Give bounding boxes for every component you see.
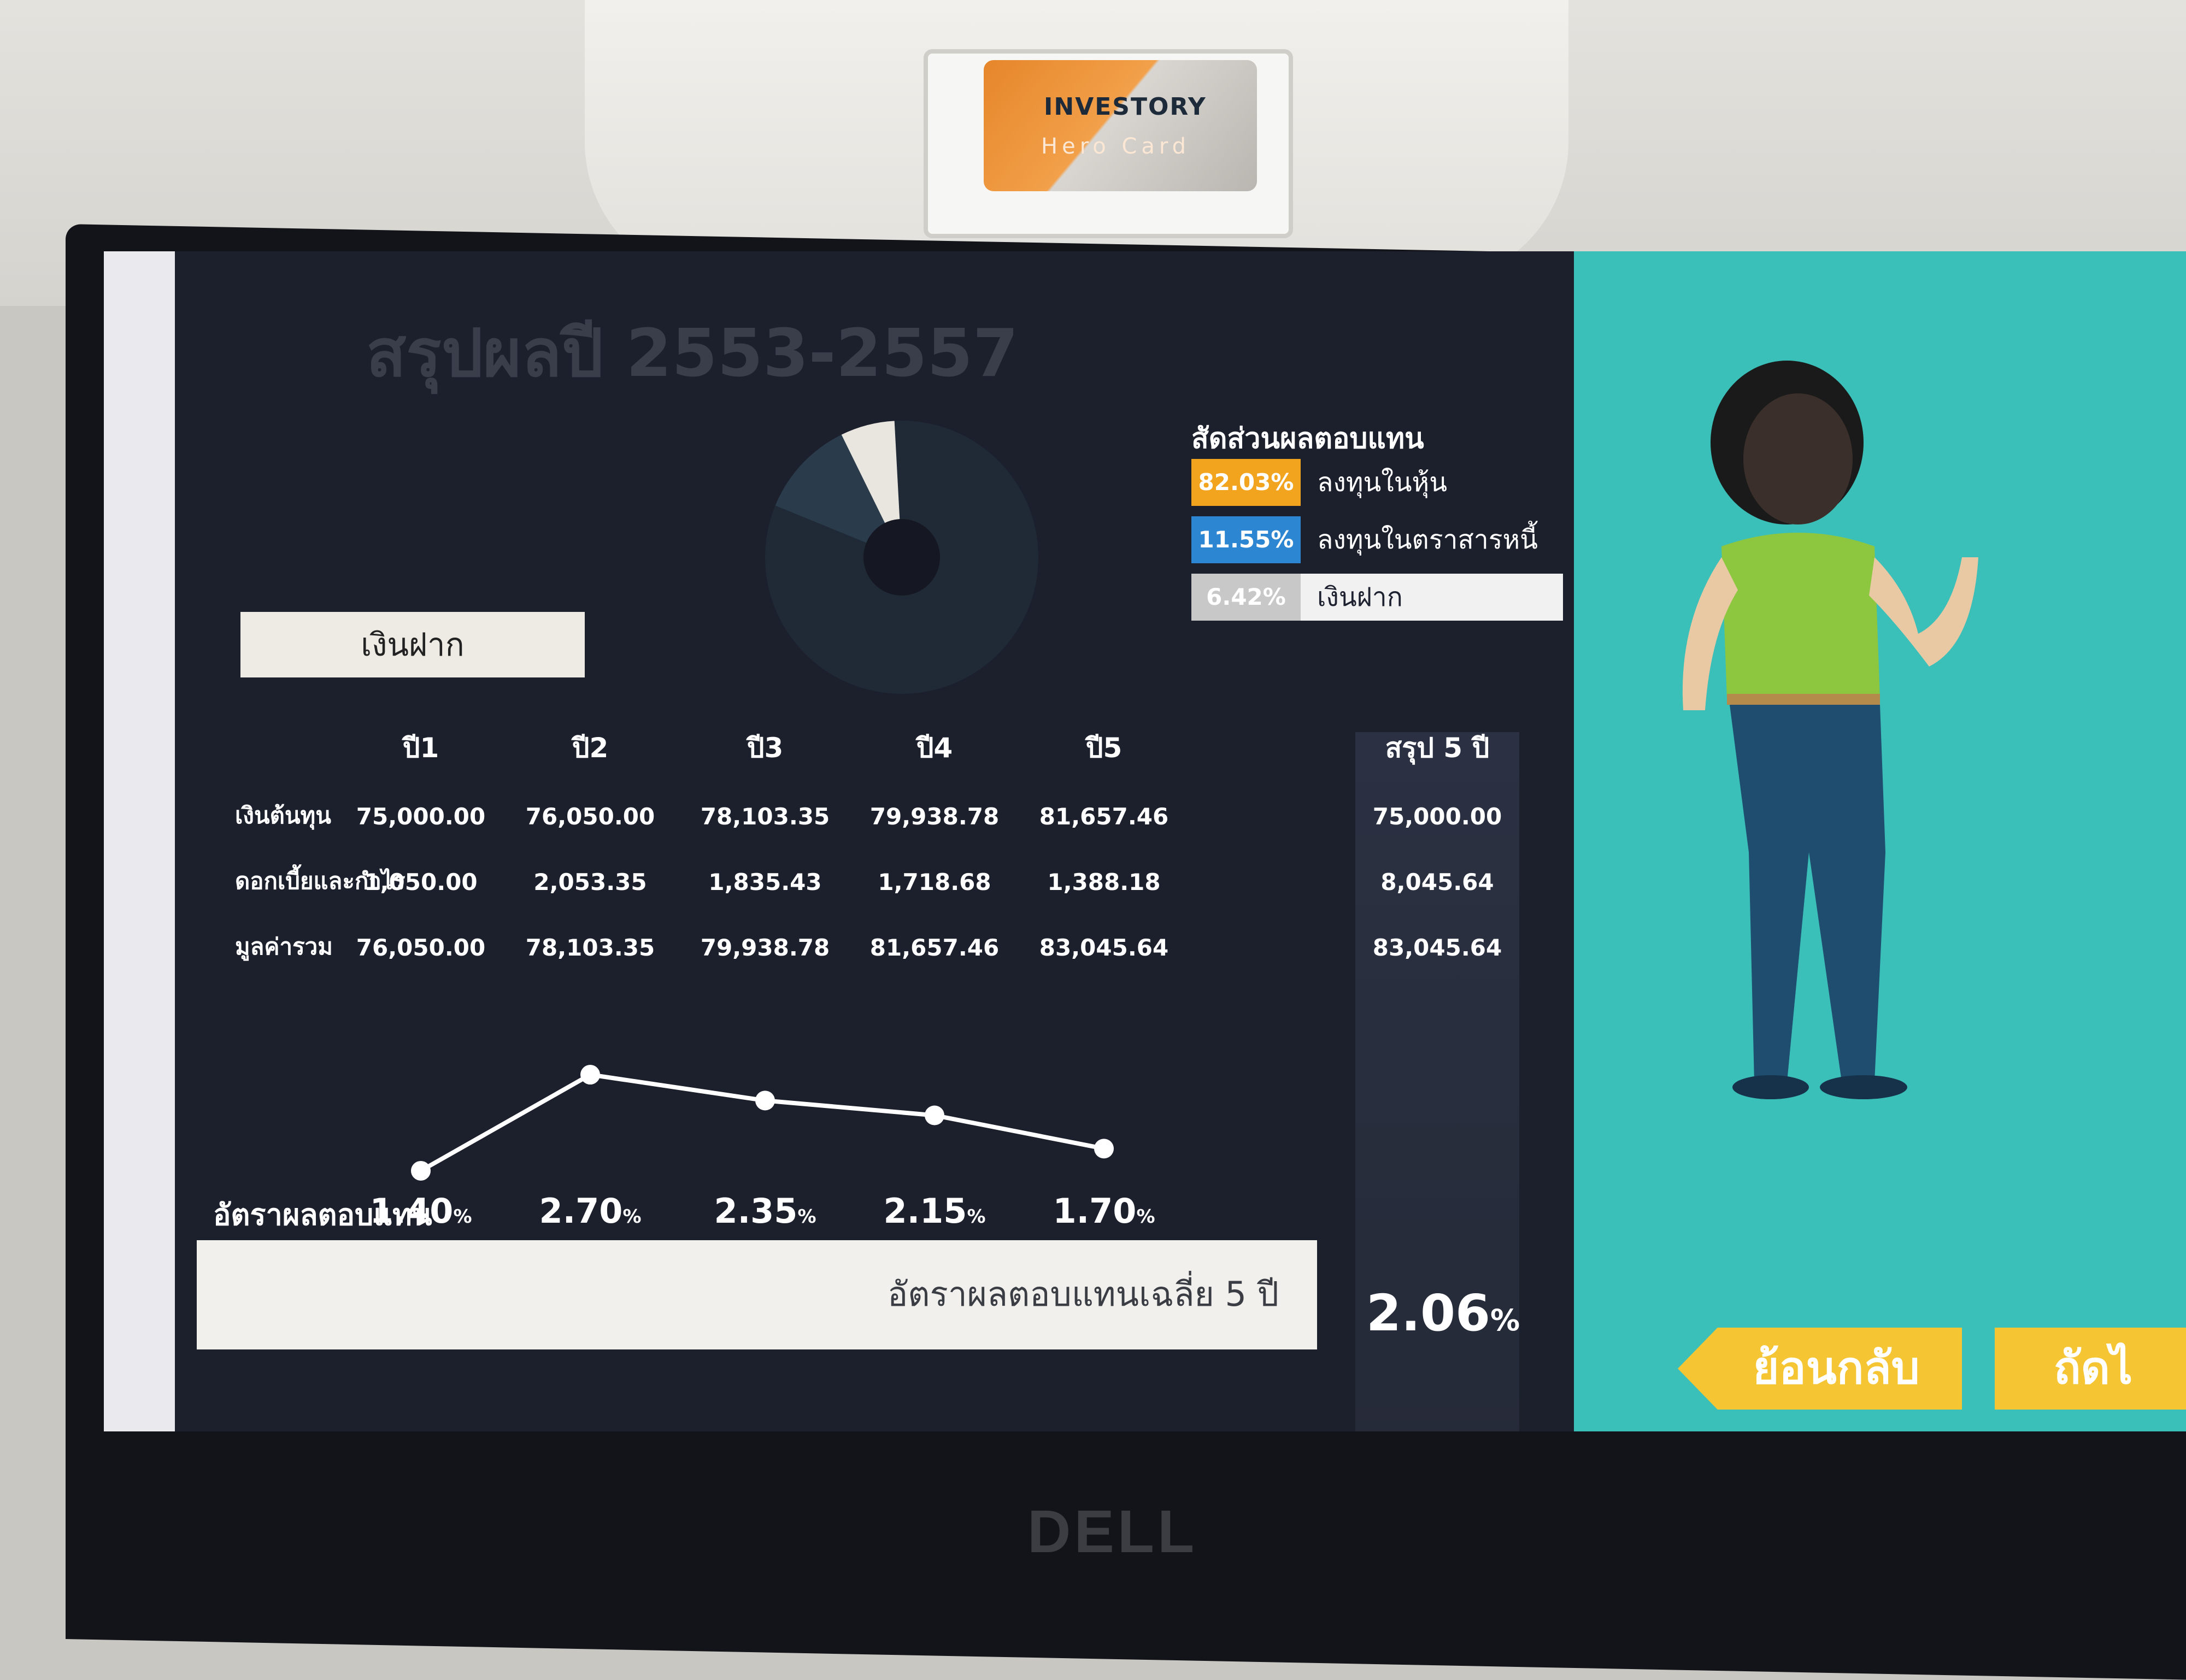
average-return-bar: อัตราผลตอบแทนเฉลี่ย 5 ปี xyxy=(197,1240,1317,1349)
legend-label-deposit: เงินฝาก xyxy=(1317,582,1403,612)
next-button[interactable]: ถัดไ xyxy=(1995,1328,2186,1410)
table-cell: 1,388.18 xyxy=(1047,869,1161,895)
legend-badge-deposit: 6.42% xyxy=(1191,574,1301,621)
table-cell: 83,045.64 xyxy=(1372,934,1502,961)
table-cell: 76,050.00 xyxy=(525,803,655,830)
col-year-3: ปี3 xyxy=(747,732,784,764)
rate-number: 1.70 xyxy=(1053,1191,1137,1231)
col-summary: สรุป 5 ปี xyxy=(1385,732,1490,764)
rate-value: 1.40% xyxy=(339,1191,503,1231)
character-belt xyxy=(1727,694,1880,705)
rate-number: 2.70 xyxy=(539,1191,623,1231)
legend-label-bonds: ลงทุนในตราสารหนี้ xyxy=(1317,524,1538,555)
hero-card: INVESTORY Hero Card xyxy=(984,60,1257,191)
rate-point xyxy=(411,1160,431,1181)
legend-item-bonds: 11.55% ลงทุนในตราสารหนี้ xyxy=(1191,516,1563,563)
character-face xyxy=(1743,393,1853,524)
character-right-arm xyxy=(1869,557,1978,667)
card-brand: INVESTORY xyxy=(1044,93,1207,121)
rate-unit: % xyxy=(797,1206,816,1228)
rate-line xyxy=(420,1072,1104,1173)
legend-badge-stocks: 82.03% xyxy=(1191,459,1301,506)
rate-point xyxy=(755,1090,775,1111)
character-shoe-right xyxy=(1820,1075,1907,1099)
table-cell: 81,657.46 xyxy=(869,934,1000,961)
rate-point xyxy=(580,1065,600,1085)
card-title: Hero Card xyxy=(1041,134,1191,159)
legend-badge-bonds: 11.55% xyxy=(1191,516,1301,563)
legend-title: สัดส่วนผลตอบแทน xyxy=(1191,422,1424,455)
page-title: สรุปผลปี 2553-2557 xyxy=(366,316,1019,392)
col-year-4: ปี4 xyxy=(916,732,953,764)
table-cell: 81,657.46 xyxy=(1039,803,1169,830)
average-number: 2.06 xyxy=(1366,1284,1490,1342)
character-illustration xyxy=(1682,361,1978,1099)
screen-left-strip xyxy=(104,251,175,1431)
pie-hole xyxy=(863,519,940,596)
rate-line-chart xyxy=(411,1065,1114,1181)
return-pie-chart xyxy=(765,421,1038,694)
table-cell: 8,045.64 xyxy=(1380,869,1494,895)
legend-item-deposit: 6.42% เงินฝาก xyxy=(1191,574,1563,621)
legend-item-stocks: 82.03% ลงทุนในหุ้น xyxy=(1191,459,1563,506)
col-year-5: ปี5 xyxy=(1085,732,1123,764)
table-cell: 1,718.68 xyxy=(878,869,991,895)
table-cell: 2,053.35 xyxy=(533,869,647,895)
average-unit: % xyxy=(1490,1303,1520,1337)
average-return-value: 2.06% xyxy=(1366,1284,1520,1342)
rate-number: 1.40 xyxy=(369,1191,454,1231)
average-return-label: อัตราผลตอบแทนเฉลี่ย 5 ปี xyxy=(888,1274,1279,1314)
rate-point xyxy=(1094,1139,1114,1159)
dell-logo: DELL xyxy=(1027,1498,1198,1565)
rate-number: 2.35 xyxy=(714,1191,798,1231)
rate-unit: % xyxy=(967,1206,986,1228)
rate-unit: % xyxy=(622,1206,642,1228)
character-shoe-left xyxy=(1732,1075,1809,1099)
table-cell: 75,000.00 xyxy=(356,803,486,830)
table-cell: 79,938.78 xyxy=(700,934,830,961)
rate-value: 2.70% xyxy=(508,1191,672,1231)
table-cell: 78,103.35 xyxy=(525,934,655,961)
character-jeans xyxy=(1730,705,1885,1082)
rate-value: 1.70% xyxy=(1022,1191,1186,1231)
tab-deposit[interactable]: เงินฝาก xyxy=(240,612,585,677)
rate-unit: % xyxy=(1136,1206,1155,1228)
table-cell: 1,835.43 xyxy=(708,869,822,895)
table-cell: 1,050.00 xyxy=(364,869,478,895)
rate-value: 2.35% xyxy=(683,1191,847,1231)
legend-label-stocks: ลงทุนในหุ้น xyxy=(1317,467,1448,498)
rate-value: 2.15% xyxy=(853,1191,1016,1231)
rate-point xyxy=(925,1105,944,1125)
kiosk-screen: สรุปผลปี 2553-2557 สัดส่วนผลตอบแทน 82.03… xyxy=(104,251,2186,1431)
table-cell: 75,000.00 xyxy=(1372,803,1502,830)
rate-number: 2.15 xyxy=(883,1191,967,1231)
col-year-2: ปี2 xyxy=(572,732,609,764)
table-cell: 79,938.78 xyxy=(869,803,1000,830)
back-button[interactable]: ย้อนกลับ xyxy=(1678,1328,1962,1410)
table-cell: 83,045.64 xyxy=(1039,934,1169,961)
col-year-1: ปี1 xyxy=(402,732,439,764)
table-cell: 78,103.35 xyxy=(700,803,830,830)
table-cell: 76,050.00 xyxy=(356,934,486,961)
rate-unit: % xyxy=(453,1206,472,1228)
character-shirt xyxy=(1721,533,1880,699)
